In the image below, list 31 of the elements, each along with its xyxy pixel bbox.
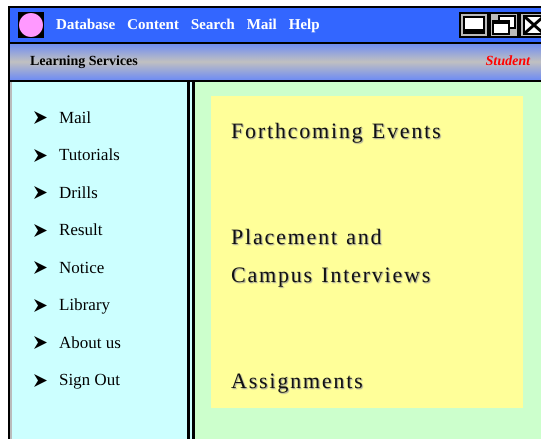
header-title: Learning Services (30, 54, 138, 70)
role-label: Student (486, 54, 530, 70)
menu-item[interactable]: Mail (246, 16, 277, 34)
section-heading: Placement and (231, 223, 384, 251)
sidebar-link[interactable]: Drills (12, 174, 187, 212)
menu-item[interactable]: Search (190, 16, 235, 34)
sidebar-link[interactable]: Library (12, 286, 187, 324)
section-heading: Assignments (231, 367, 366, 395)
arrow-bullet-icon (34, 111, 47, 124)
sidebar-link[interactable]: Mail (12, 99, 187, 136)
logo-icon (18, 12, 44, 38)
sidebar-link[interactable]: About us (12, 324, 187, 362)
sidebar-link[interactable]: Result (12, 212, 187, 249)
section-heading: Campus Interviews (231, 261, 434, 289)
sidebar-link[interactable]: Sign Out (12, 362, 187, 399)
sidebar-link[interactable]: Tutorials (12, 136, 187, 174)
minimize-icon[interactable] (459, 12, 489, 38)
arrow-bullet-icon (34, 298, 47, 312)
restore-icon[interactable] (489, 12, 519, 38)
menu-item[interactable]: Content (127, 16, 179, 34)
arrow-bullet-icon (34, 261, 47, 274)
menu-item[interactable]: Database (56, 16, 116, 34)
arrow-bullet-icon (34, 374, 47, 387)
sidebar-link[interactable]: Notice (12, 249, 187, 286)
arrow-bullet-icon (34, 186, 47, 200)
close-icon[interactable] (519, 12, 541, 38)
arrow-bullet-icon (34, 148, 47, 162)
arrow-bullet-icon (34, 224, 47, 237)
menu-item[interactable]: Help (288, 16, 320, 34)
arrow-bullet-icon (34, 336, 47, 350)
section-heading: Forthcoming Events (231, 117, 444, 145)
